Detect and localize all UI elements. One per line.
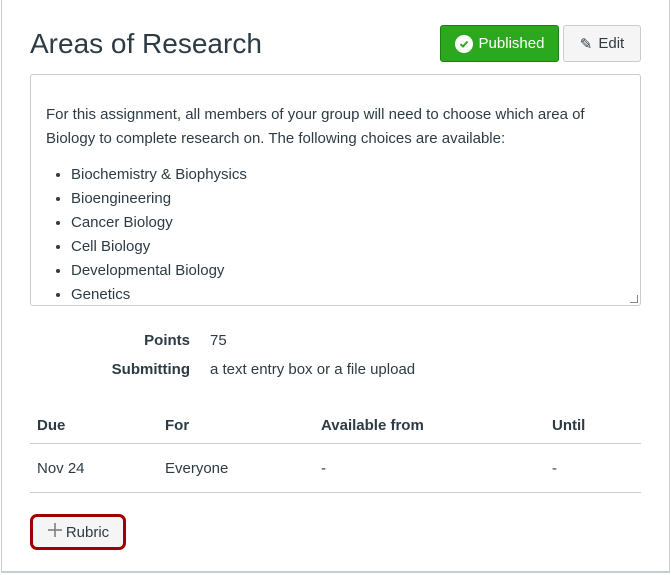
list-item: Developmental Biology	[71, 259, 625, 283]
list-item: Cancer Biology	[71, 211, 625, 235]
pencil-icon: ✎	[579, 35, 593, 53]
research-area-list: Biochemistry & Biophysics Bioengineering…	[46, 163, 625, 305]
header-until: Until	[552, 417, 586, 434]
edit-label: Edit	[598, 35, 625, 52]
submitting-value: a text entry box or a file upload	[210, 361, 416, 378]
header-due: Due	[37, 417, 66, 434]
header-for: For	[165, 417, 190, 434]
points-label: Points	[144, 332, 190, 349]
list-item: Bioengineering	[71, 187, 625, 211]
available-from-cell: -	[321, 460, 326, 477]
check-circle-icon	[454, 34, 473, 53]
description-box[interactable]: For this assignment, all members of your…	[30, 74, 641, 306]
for-cell: Everyone	[165, 460, 229, 477]
resize-handle[interactable]	[630, 295, 638, 303]
submitting-label: Submitting	[111, 361, 190, 378]
points-value: 75	[210, 332, 227, 349]
list-item: Genetics	[71, 283, 625, 305]
edit-button[interactable]: ✎ Edit	[563, 25, 641, 62]
list-item: Cell Biology	[71, 235, 625, 259]
page-title: Areas of Research	[30, 28, 262, 59]
due-cell: Nov 24	[37, 460, 85, 477]
until-cell: -	[552, 460, 557, 477]
divider	[30, 443, 641, 444]
add-rubric-button[interactable]: Rubric	[30, 514, 126, 550]
list-item: Biochemistry & Biophysics	[71, 163, 625, 187]
divider	[30, 492, 641, 493]
description-intro: For this assignment, all members of your…	[46, 106, 585, 147]
published-button[interactable]: Published	[440, 25, 559, 62]
plus-icon	[47, 522, 63, 542]
rubric-label: Rubric	[65, 523, 110, 541]
published-label: Published	[478, 35, 545, 52]
header-available-from: Available from	[321, 417, 424, 434]
